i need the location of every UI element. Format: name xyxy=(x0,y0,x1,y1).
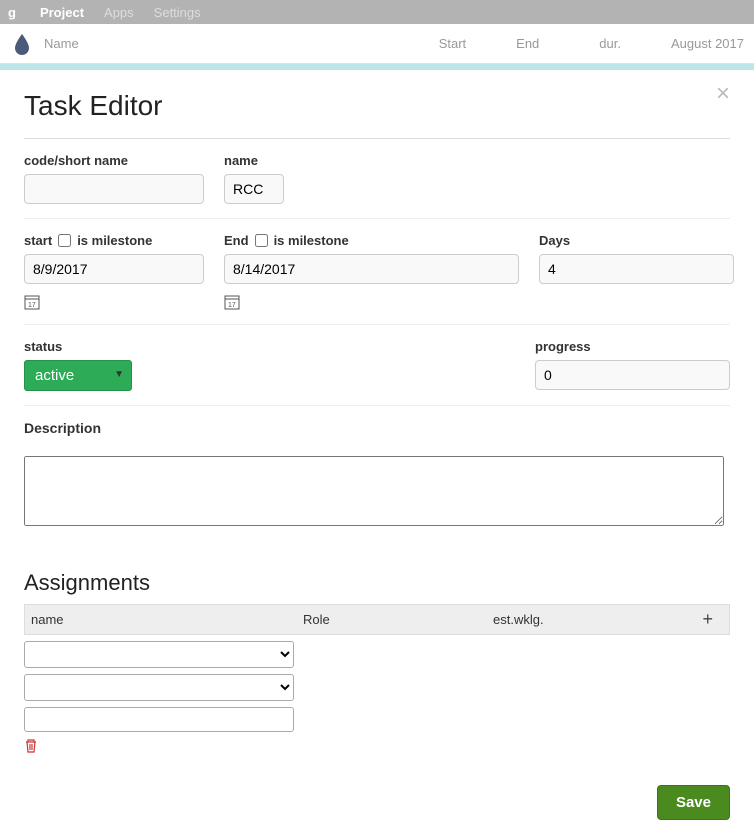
row-description: Description xyxy=(24,405,730,540)
name-input[interactable] xyxy=(224,174,284,204)
label-start-milestone: is milestone xyxy=(77,233,152,248)
assignment-est-input[interactable] xyxy=(24,707,294,732)
calendar-icon[interactable]: 17 xyxy=(224,294,240,310)
nav-project[interactable]: Project xyxy=(40,5,84,20)
drop-icon xyxy=(10,32,34,56)
code-input[interactable] xyxy=(24,174,204,204)
row-dates: start is milestone 17 End is milestone 1… xyxy=(24,218,730,324)
trash-icon xyxy=(24,738,38,754)
calendar-icon[interactable]: 17 xyxy=(24,294,40,310)
add-assignment-button[interactable]: + xyxy=(702,609,713,630)
label-start: start xyxy=(24,233,52,248)
label-description: Description xyxy=(24,420,101,436)
svg-text:17: 17 xyxy=(228,302,236,309)
row-code-name: code/short name name xyxy=(24,138,730,218)
status-select[interactable]: active xyxy=(24,360,132,391)
assign-col-name: name xyxy=(31,612,303,627)
label-progress: progress xyxy=(535,339,730,354)
top-nav: g Project Apps Settings xyxy=(0,0,754,24)
days-input[interactable] xyxy=(539,254,734,284)
label-days: Days xyxy=(539,233,734,248)
label-end: End xyxy=(224,233,249,248)
assignment-role-select[interactable] xyxy=(24,674,294,701)
col-dur: dur. xyxy=(599,36,621,51)
nav-apps[interactable]: Apps xyxy=(104,5,134,20)
label-status: status xyxy=(24,339,132,354)
modal-title: Task Editor xyxy=(24,90,730,122)
assignments-title: Assignments xyxy=(24,570,730,596)
modal-footer: Save xyxy=(24,765,730,820)
end-milestone-checkbox[interactable] xyxy=(255,234,268,247)
col-name: Name xyxy=(44,36,429,51)
svg-text:17: 17 xyxy=(28,302,36,309)
end-input[interactable] xyxy=(224,254,519,284)
label-code: code/short name xyxy=(24,153,204,168)
col-month: August 2017 xyxy=(671,36,744,51)
start-milestone-checkbox[interactable] xyxy=(58,234,71,247)
progress-input[interactable] xyxy=(535,360,730,390)
description-textarea[interactable] xyxy=(24,456,724,526)
label-end-milestone: is milestone xyxy=(274,233,349,248)
start-input[interactable] xyxy=(24,254,204,284)
assignments-body xyxy=(24,635,730,765)
assign-col-role: Role xyxy=(303,612,493,627)
nav-g: g xyxy=(8,5,16,20)
table-header: Name Start End dur. August 2017 xyxy=(0,24,754,64)
assignments-header: name Role est.wklg. + xyxy=(24,604,730,635)
nav-settings[interactable]: Settings xyxy=(154,5,201,20)
task-editor-modal: × Task Editor code/short name name start… xyxy=(0,70,754,840)
col-start: Start xyxy=(439,36,466,51)
col-end: End xyxy=(516,36,539,51)
assign-col-est: est.wklg. xyxy=(493,612,663,627)
delete-assignment-button[interactable] xyxy=(24,738,38,759)
row-status-progress: status active progress xyxy=(24,324,730,405)
label-name: name xyxy=(224,153,284,168)
assignment-name-select[interactable] xyxy=(24,641,294,668)
save-button[interactable]: Save xyxy=(657,785,730,820)
close-button[interactable]: × xyxy=(716,80,730,108)
